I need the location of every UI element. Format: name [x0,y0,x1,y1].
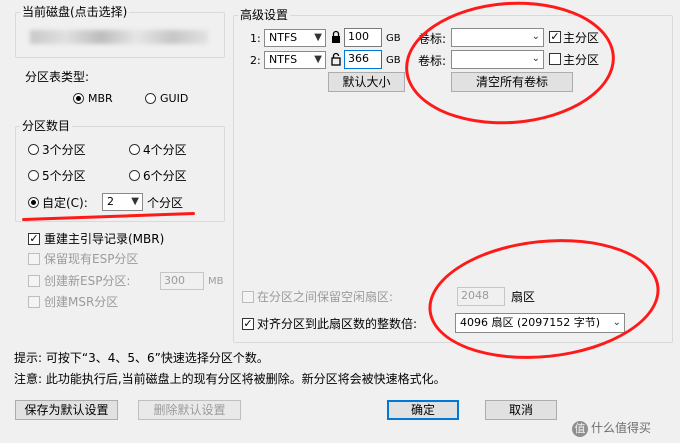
three-partitions-label[interactable]: 3个分区 [42,143,86,157]
four-partitions-label[interactable]: 4个分区 [143,143,187,157]
guid-label[interactable]: GUID [160,92,188,106]
row1-size-input[interactable]: 100 [344,28,382,47]
tip-text: 提示: 可按下“3、4、5、6”快速选择分区个数。 [14,351,269,365]
mbr-label[interactable]: MBR [88,92,113,106]
default-size-button[interactable]: 默认大小 [328,72,405,92]
partition-table-label: 分区表类型: [25,70,90,84]
esp-size-input[interactable]: 300 [160,272,204,290]
disk-selector[interactable] [22,26,214,48]
advanced-group-title: 高级设置 [238,8,291,22]
row1-fs-value: NTFS [269,31,298,44]
custom-count-label[interactable]: 自定(C): [42,196,88,210]
four-partitions-radio[interactable] [129,144,140,155]
custom-count-radio[interactable] [28,197,39,208]
custom-count-select[interactable]: 2 ▼ [102,193,143,211]
create-msr-label[interactable]: 创建MSR分区 [44,295,118,309]
cancel-button[interactable]: 取消 [485,400,557,420]
create-msr-checkbox[interactable] [28,296,40,308]
chevron-down-icon: ▼ [131,196,139,207]
keep-free-sectors-label[interactable]: 在分区之间保留空闲扇区: [257,290,393,304]
row2-fs-value: NTFS [269,53,298,66]
unlock-icon[interactable] [331,52,341,66]
keep-esp-label[interactable]: 保留现有ESP分区 [44,252,138,266]
align-partitions-label[interactable]: 对齐分区到此扇区数的整数倍: [257,317,417,331]
six-partitions-label[interactable]: 6个分区 [143,169,187,183]
custom-count-value: 2 [107,195,114,208]
three-partitions-radio[interactable] [28,144,39,155]
row1-index: 1: [250,32,261,45]
create-esp-label[interactable]: 创建新ESP分区: [44,274,130,288]
watermark-text: 什么值得买 [591,421,652,435]
rebuild-mbr-label[interactable]: 重建主引导记录(MBR) [44,232,164,246]
create-esp-checkbox[interactable] [28,275,40,287]
disk-name-blurred [30,30,208,44]
row2-fs-select[interactable]: NTFS ▼ [264,51,326,69]
row2-size-unit: GB [386,55,401,66]
chevron-down-icon: ▼ [314,54,322,65]
chevron-down-icon: ▼ [314,32,322,43]
lock-icon[interactable] [331,30,341,44]
row1-fs-select[interactable]: NTFS ▼ [264,29,326,47]
row2-index: 2: [250,54,261,67]
align-partitions-checkbox[interactable]: ✓ [242,318,254,330]
ok-button[interactable]: 确定 [387,400,459,420]
five-partitions-radio[interactable] [28,170,39,181]
delete-default-button[interactable]: 删除默认设置 [138,400,241,420]
six-partitions-radio[interactable] [129,170,140,181]
watermark: 值什么值得买 [572,418,651,438]
warning-text: 注意: 此功能执行后,当前磁盘上的现有分区将被删除。新分区将会被快速格式化。 [14,372,446,386]
mbr-radio[interactable] [73,93,84,104]
esp-size-unit: MB [208,276,224,287]
partition-count-title: 分区数目 [20,119,73,133]
keep-free-sectors-checkbox[interactable] [242,291,254,303]
row1-size-unit: GB [386,33,401,44]
five-partitions-label[interactable]: 5个分区 [42,169,86,183]
rebuild-mbr-checkbox[interactable]: ✓ [28,233,40,245]
disk-group-title: 当前磁盘(点击选择) [20,5,130,19]
guid-radio[interactable] [145,93,156,104]
keep-esp-checkbox[interactable] [28,253,40,265]
save-default-button[interactable]: 保存为默认设置 [15,400,118,420]
watermark-logo-icon: 值 [572,420,588,437]
custom-count-suffix: 个分区 [147,196,184,210]
row2-size-input[interactable]: 366 [344,50,382,69]
